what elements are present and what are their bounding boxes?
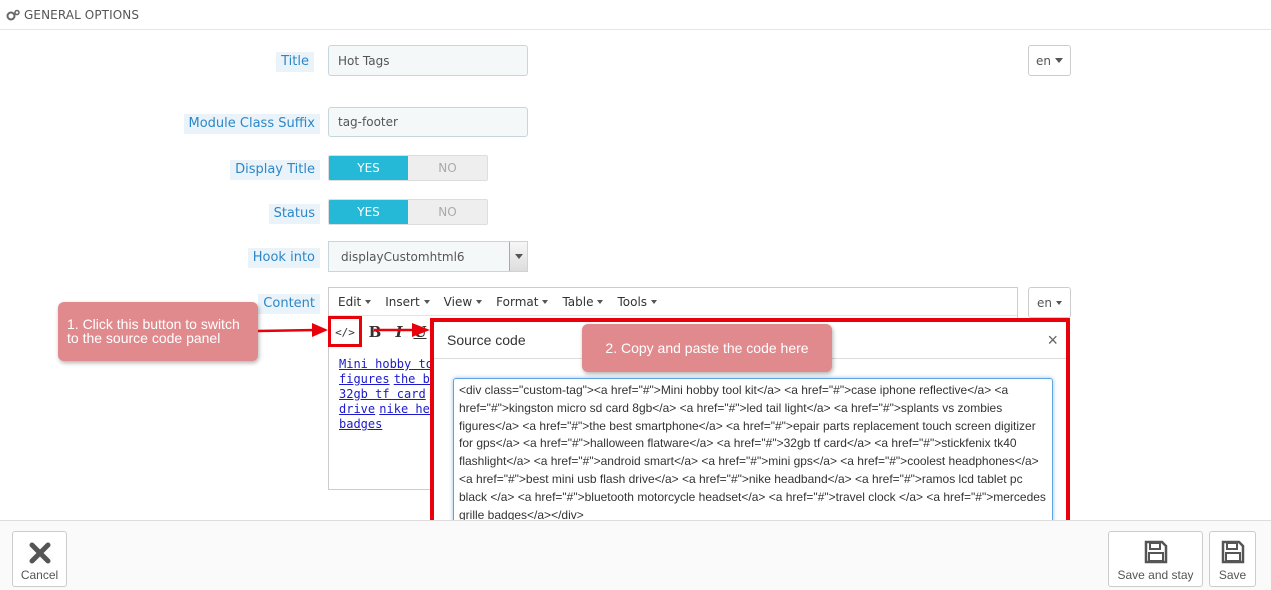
close-icon[interactable]: ×	[1047, 330, 1058, 351]
display-title-no[interactable]: NO	[408, 156, 487, 180]
hook-select[interactable]: displayCustomhtml6	[328, 241, 528, 272]
menu-insert[interactable]: Insert	[380, 295, 434, 309]
preview-link[interactable]: nike hea	[379, 402, 434, 416]
display-title-toggle[interactable]: YES NO	[328, 155, 488, 181]
title-input[interactable]: Hot Tags	[328, 45, 528, 76]
gears-icon	[6, 9, 20, 20]
preview-link[interactable]: the bes	[394, 372, 434, 386]
preview-link[interactable]: 32gb tf card	[339, 387, 426, 401]
content-lang-label: en	[1037, 295, 1052, 310]
display-title-label: Display Title	[230, 160, 320, 180]
arrow-head-2	[412, 323, 430, 337]
save-label: Save	[1218, 568, 1247, 582]
dialog-title: Source code	[447, 332, 526, 348]
menu-edit[interactable]: Edit	[333, 295, 376, 309]
save-and-stay-button[interactable]: Save and stay	[1108, 531, 1203, 587]
save-button[interactable]: Save	[1209, 531, 1256, 587]
menu-format[interactable]: Format	[491, 295, 553, 309]
callout-step-2: 2. Copy and paste the code here	[582, 324, 832, 372]
content-lang-button[interactable]: en	[1028, 287, 1071, 318]
suffix-label: Module Class Suffix	[183, 114, 320, 134]
suffix-input[interactable]: tag-footer	[328, 107, 528, 137]
title-lang-label: en	[1036, 53, 1051, 68]
panel-heading: GENERAL OPTIONS	[0, 0, 1271, 30]
status-label: Status	[268, 204, 320, 224]
cancel-label: Cancel	[20, 568, 59, 582]
chevron-down-icon	[1056, 300, 1062, 305]
save-icon	[1221, 540, 1244, 564]
chevron-down-icon	[1055, 58, 1063, 63]
editor-preview: Mini hobby too figures the bes 32gb tf c…	[339, 357, 434, 437]
arrow-head-1	[312, 323, 328, 337]
preview-link[interactable]: figures	[339, 372, 390, 386]
editor-menubar: Edit Insert View Format Table Tools	[329, 288, 1017, 316]
cancel-button[interactable]: Cancel	[12, 531, 67, 587]
title-label: Title	[276, 52, 314, 72]
preview-link[interactable]: Mini hobby too	[339, 357, 434, 371]
arrow-line-1	[257, 328, 317, 333]
status-toggle[interactable]: YES NO	[328, 199, 488, 225]
select-arrow-icon	[509, 242, 527, 271]
content-label: Content	[258, 294, 320, 314]
save-icon	[1144, 540, 1167, 564]
panel-title: GENERAL OPTIONS	[24, 7, 140, 22]
menu-tools[interactable]: Tools	[612, 295, 662, 309]
panel-footer	[0, 520, 1271, 590]
display-title-yes[interactable]: YES	[329, 156, 408, 180]
preview-link[interactable]: drive	[339, 402, 375, 416]
menu-view[interactable]: View	[439, 295, 487, 309]
hook-label: Hook into	[247, 248, 320, 268]
title-lang-button[interactable]: en	[1028, 45, 1071, 76]
status-no[interactable]: NO	[408, 200, 487, 224]
preview-link[interactable]: badges	[339, 417, 382, 431]
callout-step-1: 1. Click this button to switch to the so…	[58, 302, 258, 361]
menu-table[interactable]: Table	[557, 295, 608, 309]
save-and-stay-label: Save and stay	[1117, 568, 1194, 582]
status-yes[interactable]: YES	[329, 200, 408, 224]
source-code-textarea[interactable]: <div class="custom-tag"><a href="#">Mini…	[453, 378, 1053, 538]
arrows-overlay	[257, 323, 430, 337]
close-icon	[29, 542, 50, 564]
hook-value: displayCustomhtml6	[341, 249, 465, 264]
